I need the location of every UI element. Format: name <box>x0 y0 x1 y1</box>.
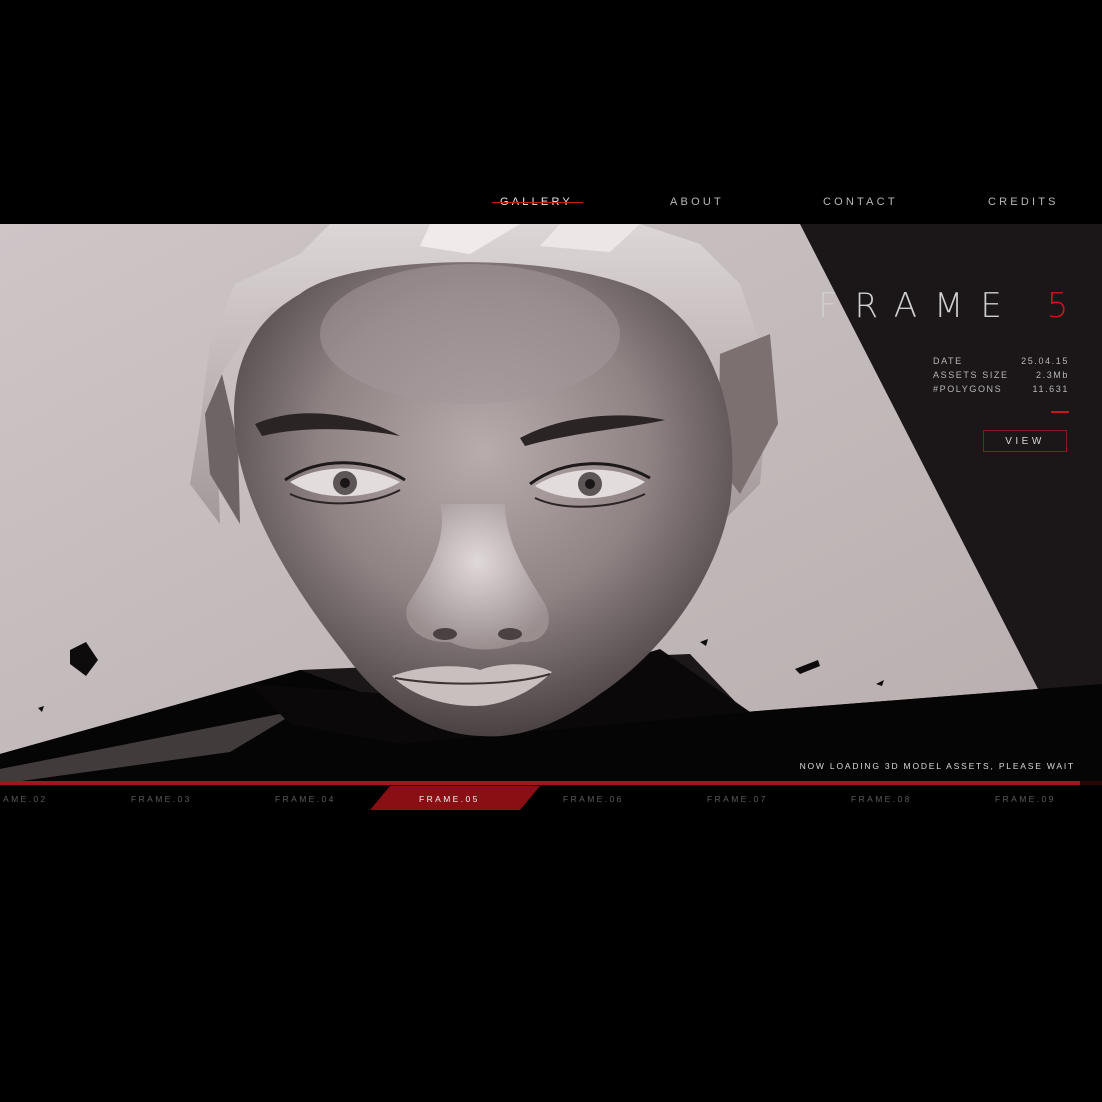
nav-about[interactable]: ABOUT <box>670 196 724 208</box>
main-nav: GALLERY ABOUT CONTACT CREDITS <box>0 196 1102 216</box>
frame-strip: AME.02 FRAME.03 FRAME.04 FRAME.05 FRAME.… <box>0 786 1102 810</box>
nav-credits[interactable]: CREDITS <box>988 196 1059 208</box>
loading-status: NOW LOADING 3D MODEL ASSETS, PLEASE WAIT <box>799 761 1075 771</box>
meta-date-value: 25.04.15 <box>1021 356 1069 366</box>
frame-tab-09[interactable]: FRAME.09 <box>995 794 1056 804</box>
frame-tab-03[interactable]: FRAME.03 <box>131 794 192 804</box>
frame-tab-02[interactable]: AME.02 <box>3 794 48 804</box>
accent-divider <box>1051 411 1069 413</box>
meta-assets-size-value: 2.3Mb <box>1035 370 1069 380</box>
nav-contact[interactable]: CONTACT <box>823 196 898 208</box>
loading-progress-fill <box>0 781 1080 785</box>
nav-gallery[interactable]: GALLERY <box>492 196 583 208</box>
frame-tab-07[interactable]: FRAME.07 <box>707 794 768 804</box>
frame-tab-08[interactable]: FRAME.08 <box>851 794 912 804</box>
frame-title-text: FRAME <box>818 286 1019 326</box>
frame-tab-05[interactable]: FRAME.05 <box>419 794 480 804</box>
meta-date-label: DATE <box>933 356 963 366</box>
page: GALLERY ABOUT CONTACT CREDITS FRAME 5 DA… <box>0 0 1102 1102</box>
meta-assets-size-label: ASSETS SIZE <box>933 370 1009 380</box>
loading-progress-bar <box>0 781 1102 785</box>
frame-tab-06[interactable]: FRAME.06 <box>563 794 624 804</box>
view-button[interactable]: VIEW <box>983 430 1067 452</box>
meta-polygons-label: #POLYGONS <box>933 384 1003 394</box>
meta-polygons-value: 11.631 <box>1032 384 1069 394</box>
frame-tab-04[interactable]: FRAME.04 <box>275 794 336 804</box>
frame-title: FRAME 5 <box>818 286 1068 326</box>
frame-number: 5 <box>1046 286 1069 326</box>
